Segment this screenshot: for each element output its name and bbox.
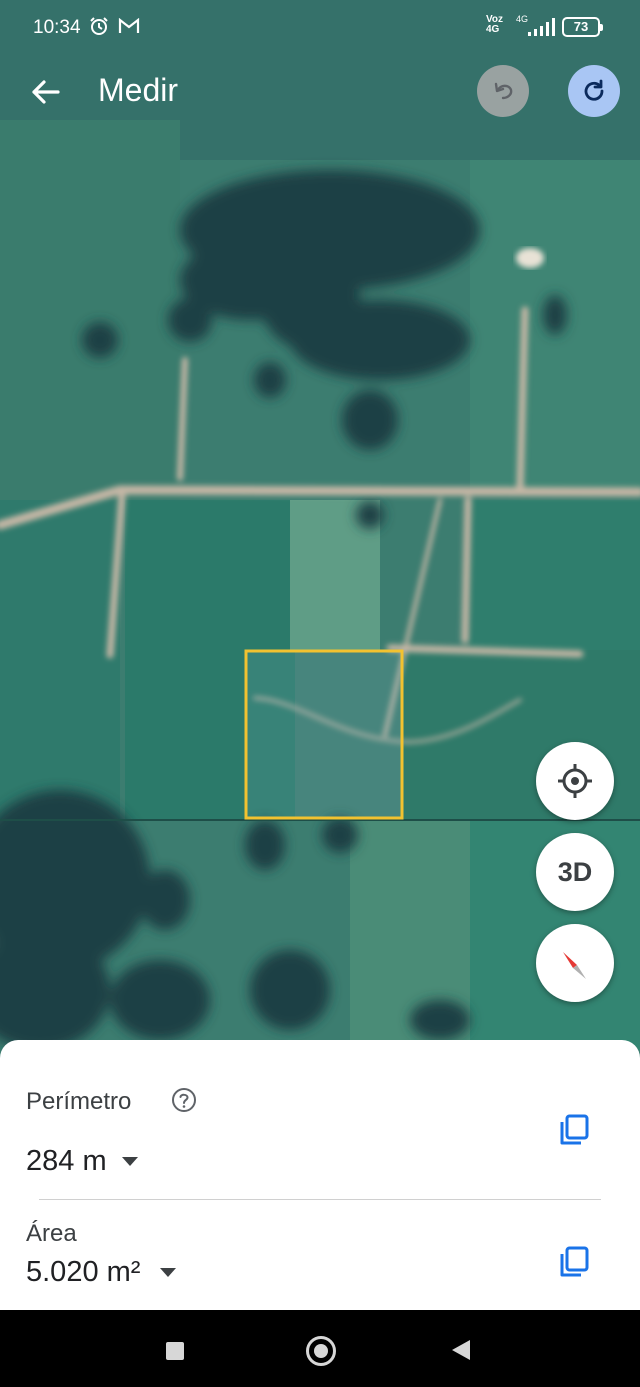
nav-back-icon[interactable] (452, 1340, 470, 1360)
my-location-icon (558, 764, 592, 798)
perimeter-unit-dropdown-icon[interactable] (122, 1157, 138, 1166)
perimeter-value[interactable]: 284 m (26, 1145, 107, 1178)
copy-area-icon[interactable] (556, 1244, 592, 1280)
copy-perimeter-icon[interactable] (556, 1112, 592, 1148)
redo-icon (584, 79, 604, 101)
signal-icon (528, 18, 555, 36)
recents-icon[interactable] (166, 1342, 184, 1360)
3d-toggle-button[interactable]: 3D (536, 833, 614, 911)
undo-icon (494, 82, 513, 100)
volte-indicator: Voz 4G (486, 14, 504, 35)
area-value[interactable]: 5.020 m² (26, 1256, 140, 1289)
home-icon[interactable] (306, 1336, 336, 1366)
page-title: Medir (98, 72, 179, 108)
alarm-icon (90, 17, 108, 35)
area-label: Área (26, 1220, 77, 1247)
redo-button[interactable] (568, 65, 620, 117)
measurement-panel: Perímetro 284 m Área 5.020 m² (0, 1040, 640, 1310)
compass-icon (563, 952, 586, 979)
measured-area-polygon[interactable] (244, 649, 404, 820)
3d-label: 3D (557, 856, 593, 887)
undo-button[interactable] (477, 65, 529, 117)
back-arrow-icon[interactable] (24, 70, 68, 114)
help-circle-icon[interactable] (171, 1087, 197, 1113)
battery-level: 73 (573, 19, 589, 34)
gmail-icon (118, 18, 140, 33)
system-navigation-bar (0, 1310, 640, 1387)
battery-icon: 73 (562, 17, 603, 37)
divider (39, 1199, 601, 1200)
my-location-button[interactable] (536, 742, 614, 820)
status-bar: 10:34 Voz 4G 4G 73 (0, 0, 640, 56)
compass-button[interactable] (536, 924, 614, 1002)
satellite-map[interactable] (0, 0, 640, 1070)
status-time: 10:34 (33, 17, 81, 38)
perimeter-label: Perímetro (26, 1088, 132, 1115)
area-unit-dropdown-icon[interactable] (160, 1268, 176, 1277)
